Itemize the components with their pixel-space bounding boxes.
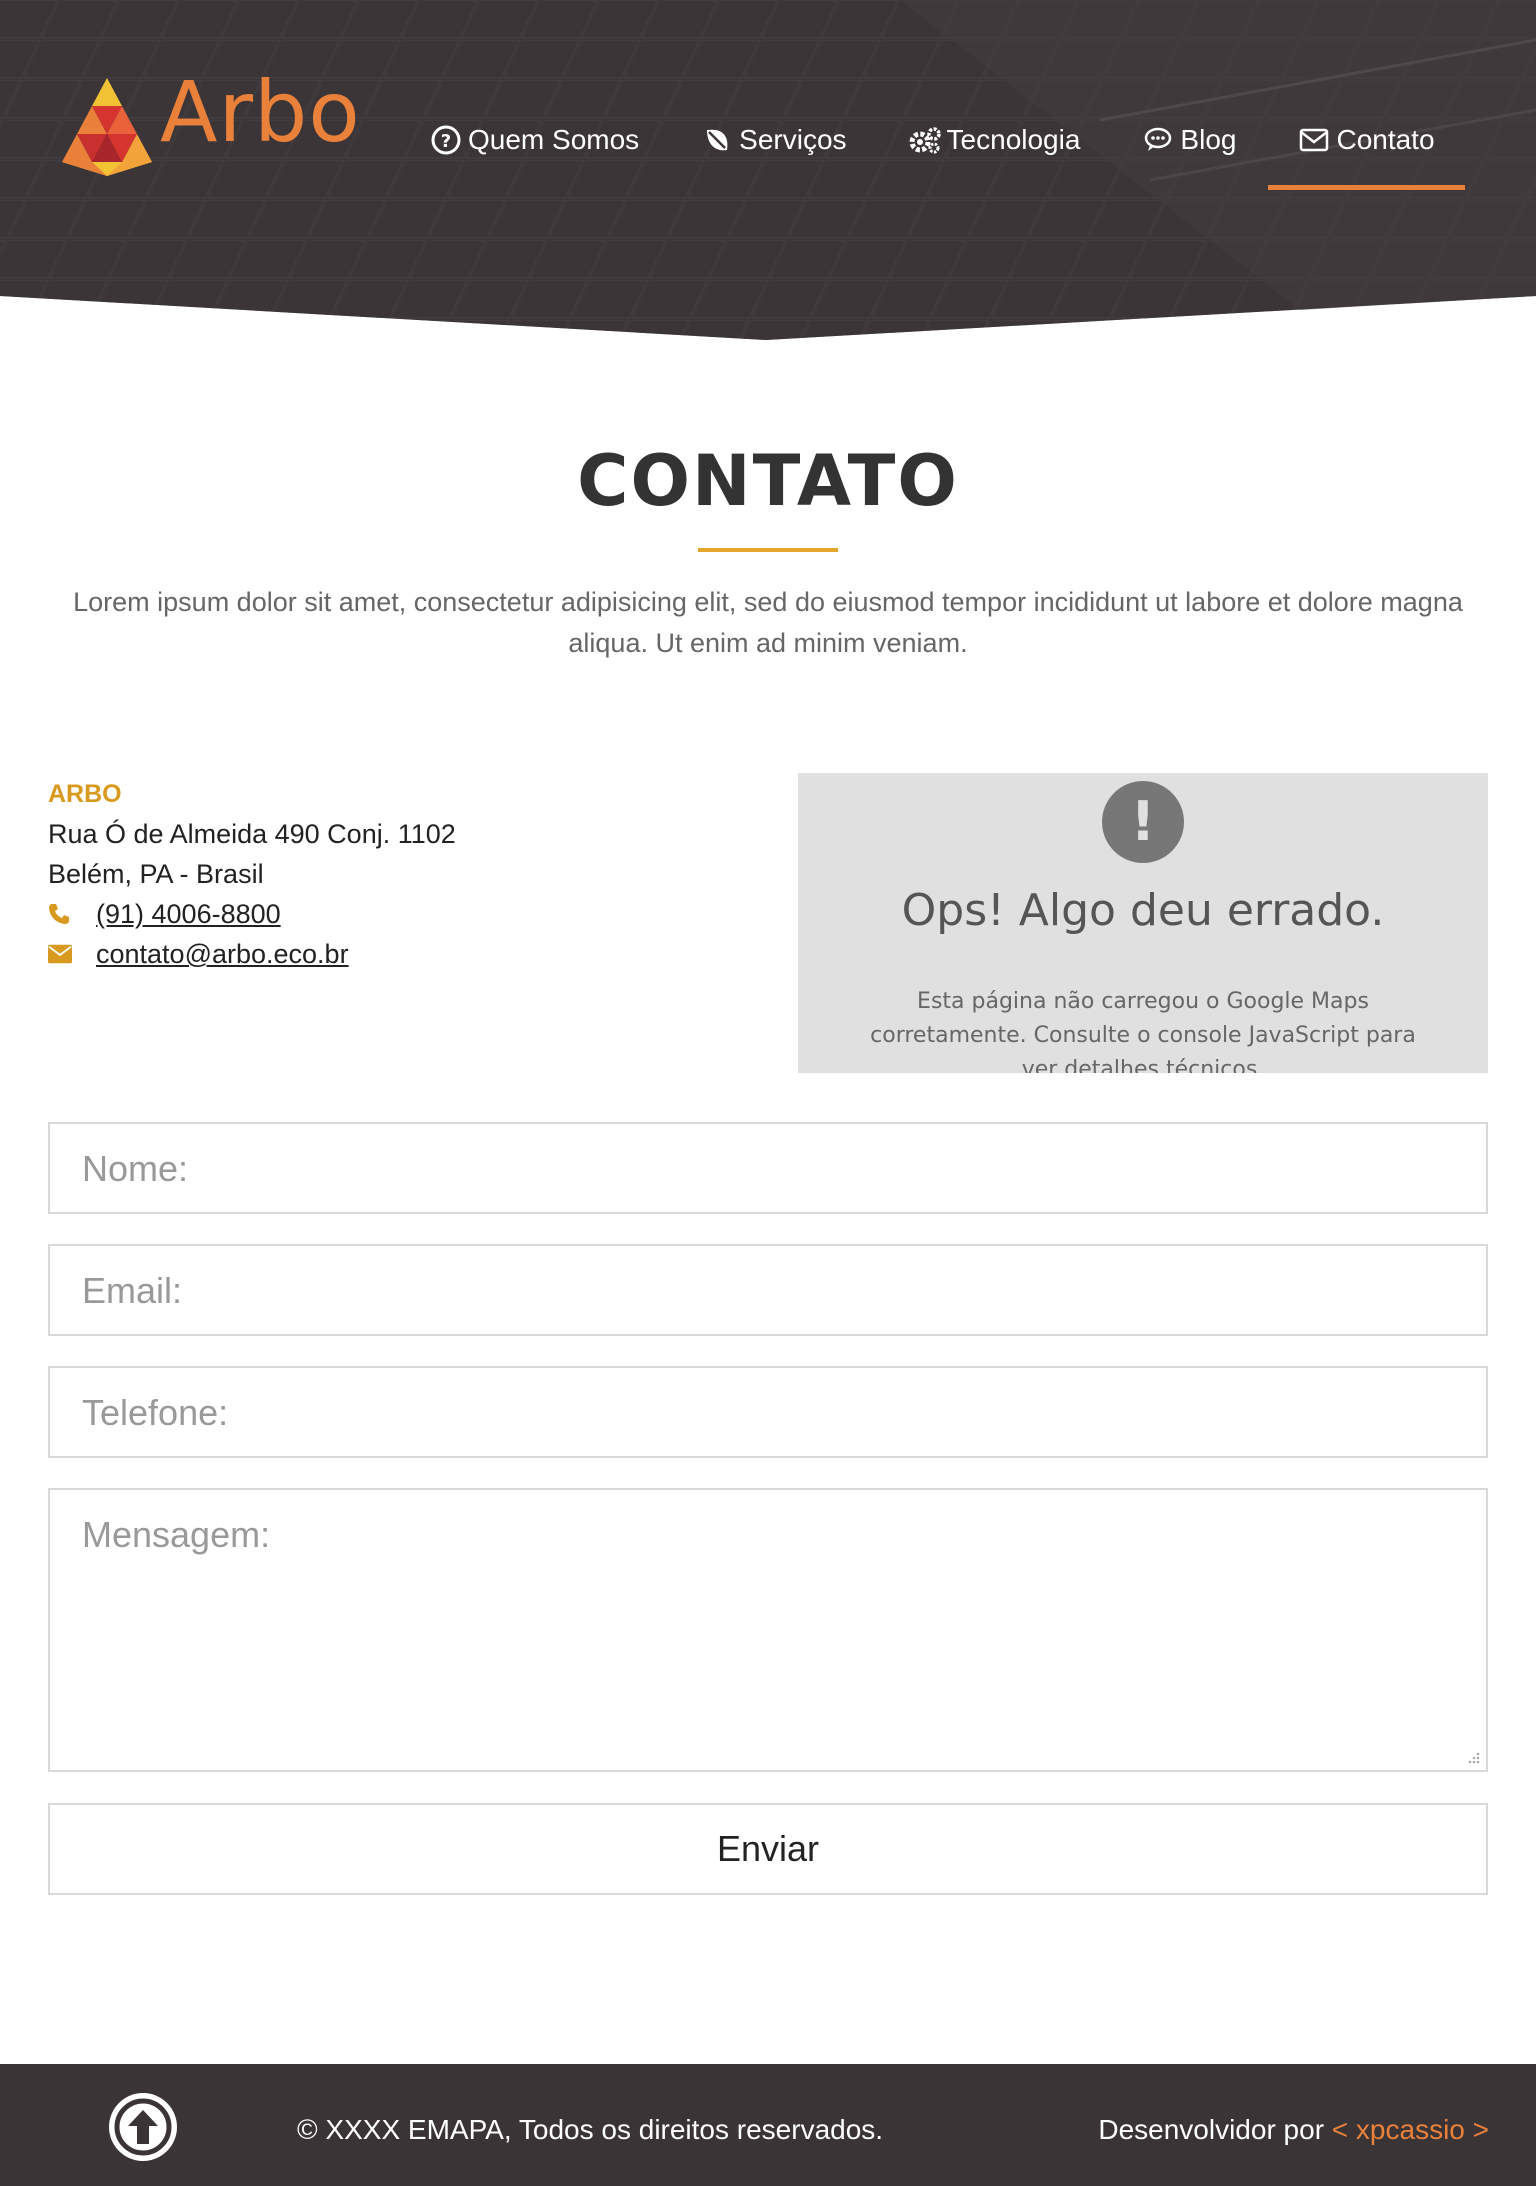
email-field[interactable]: Email: <box>48 1244 1488 1336</box>
intro-text: Lorem ipsum dolor sit amet, consectetur … <box>73 587 1463 658</box>
exclamation-icon: ! <box>1102 781 1184 863</box>
phone-placeholder: Telefone: <box>82 1392 229 1433</box>
email-link[interactable]: contato@arbo.eco.br <box>96 934 349 974</box>
developer-link[interactable]: < xpcassio > <box>1332 2114 1489 2145</box>
nav-label: Serviços <box>739 124 847 155</box>
phone-icon <box>48 902 72 926</box>
question-circle-icon: ? <box>430 124 462 156</box>
envelope-icon <box>1298 124 1330 156</box>
name-placeholder: Nome: <box>82 1148 189 1189</box>
leaf-icon <box>701 124 733 156</box>
arbo-logo-mark-icon <box>62 78 152 176</box>
resize-grip-icon[interactable] <box>1464 1748 1480 1764</box>
name-field[interactable]: Nome: <box>48 1122 1488 1214</box>
main-nav: ? Quem Somos Serviços Tecnologia Blog Co… <box>430 118 1497 190</box>
map-error-title: Ops! Algo deu errado. <box>901 885 1385 936</box>
page-title: CONTATO <box>577 440 959 522</box>
arrow-up-circle-icon[interactable] <box>108 2092 178 2162</box>
nav-label: Contato <box>1336 124 1435 155</box>
site-footer: © XXXX EMAPA, Todos os direitos reservad… <box>0 2064 1536 2186</box>
nav-item-blog[interactable]: Blog <box>1142 118 1236 162</box>
map-embed: ! Ops! Algo deu errado. Esta página não … <box>798 773 1488 1073</box>
contact-info: ARBO Rua Ó de Almeida 490 Conj. 1102 Bel… <box>48 774 748 974</box>
logo-text: Arbo <box>160 63 361 161</box>
submit-button[interactable]: Enviar <box>48 1803 1488 1895</box>
nav-item-contato[interactable]: Contato <box>1268 118 1465 190</box>
company-name: ARBO <box>48 780 122 808</box>
message-placeholder: Mensagem: <box>82 1514 271 1555</box>
email-placeholder: Email: <box>82 1270 183 1311</box>
map-error-text: Esta página não carregou o Google Maps c… <box>870 989 1416 1073</box>
nav-item-servicos[interactable]: Serviços <box>701 118 847 162</box>
comment-icon <box>1142 124 1174 156</box>
copyright-text: © XXXX EMAPA, Todos os direitos reservad… <box>297 2114 884 2145</box>
phone-link[interactable]: (91) 4006-8800 <box>96 894 281 934</box>
address-line-1: Rua Ó de Almeida 490 Conj. 1102 <box>48 819 456 849</box>
site-header: Arbo ? Quem Somos Serviços Tecnologia Bl… <box>0 0 1536 345</box>
phone-field[interactable]: Telefone: <box>48 1366 1488 1458</box>
message-field[interactable]: Mensagem: <box>48 1488 1488 1772</box>
arbo-logo[interactable]: Arbo <box>62 70 382 180</box>
nav-label: Blog <box>1180 124 1237 155</box>
developer-prefix: Desenvolvidor por <box>1098 2114 1332 2145</box>
nav-item-tecnologia[interactable]: Tecnologia <box>909 118 1081 162</box>
svg-text:?: ? <box>441 131 451 152</box>
gears-icon <box>909 124 941 156</box>
envelope-icon <box>48 942 72 966</box>
nav-item-quem-somos[interactable]: ? Quem Somos <box>430 118 639 162</box>
title-divider <box>698 548 838 552</box>
email-row: contato@arbo.eco.br <box>48 934 748 974</box>
nav-label: Quem Somos <box>468 124 640 155</box>
address-line-2: Belém, PA - Brasil <box>48 859 264 889</box>
developer-credit: Desenvolvidor por < xpcassio > <box>1098 2114 1489 2146</box>
phone-row: (91) 4006-8800 <box>48 894 748 934</box>
nav-label: Tecnologia <box>946 124 1081 155</box>
